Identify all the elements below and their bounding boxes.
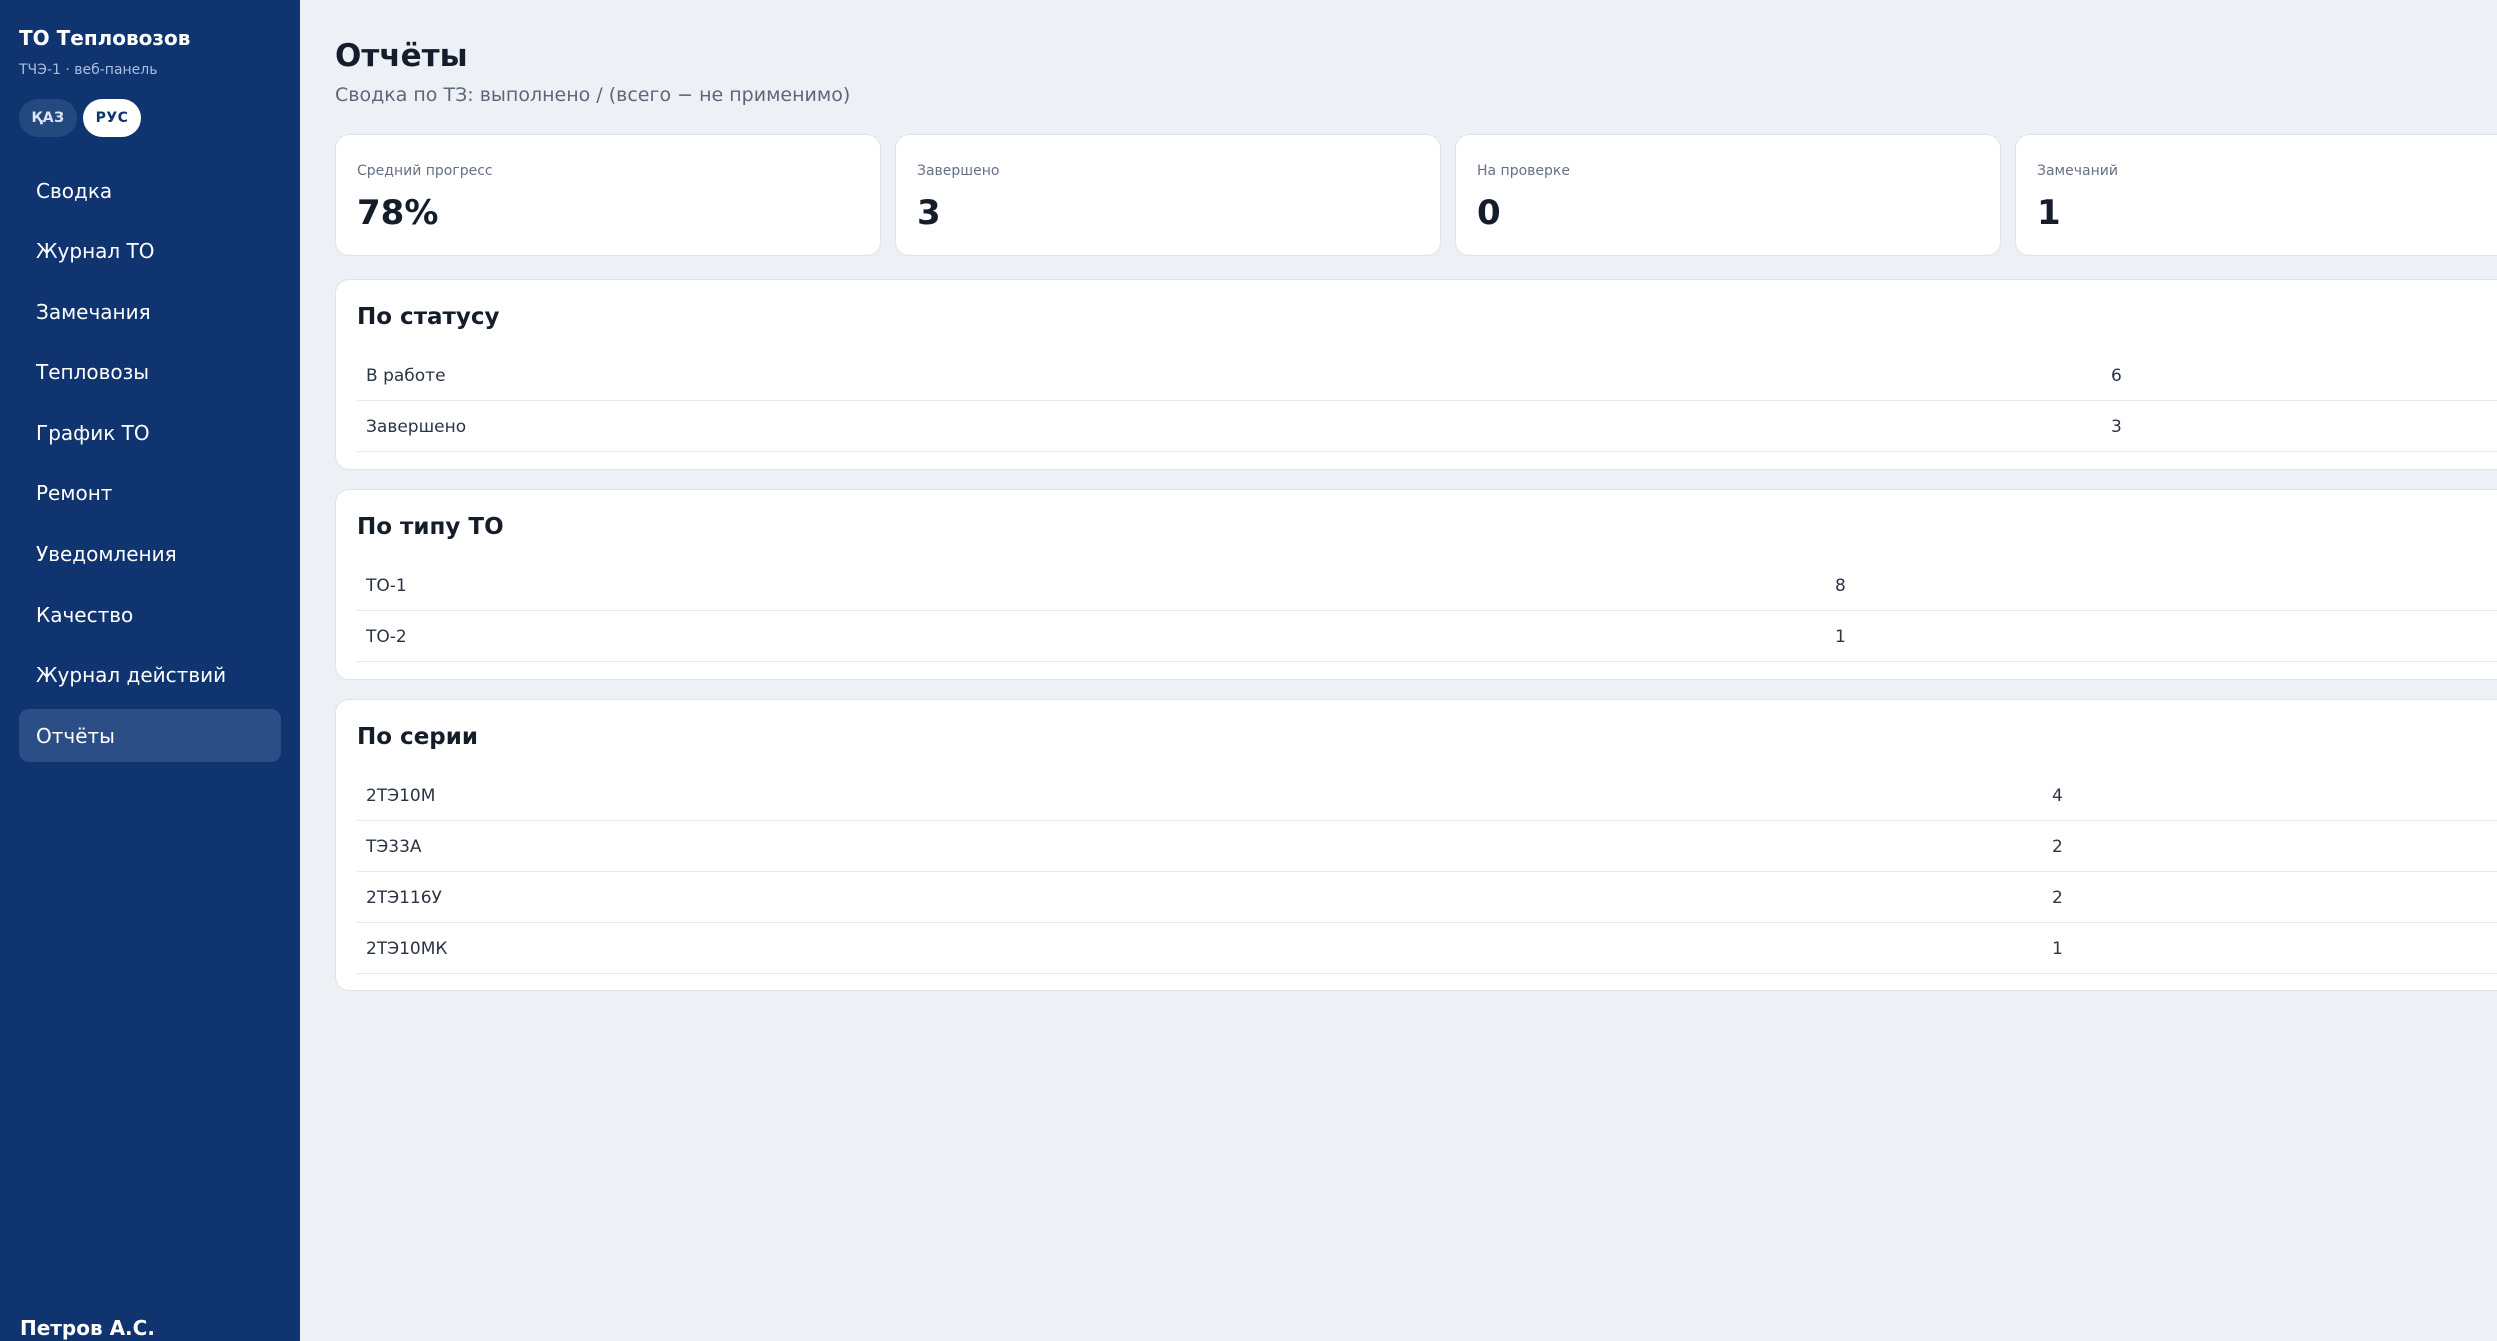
sidebar-item-schedule[interactable]: График ТО <box>19 406 281 459</box>
stat-label: Замечаний <box>2037 163 2118 179</box>
row-value: 3 <box>2111 417 2122 437</box>
main-content: Отчёты Сводка по ТЗ: выполнено / (всего … <box>300 0 2497 1341</box>
sidebar-item-notifications[interactable]: Уведомления <box>19 528 281 581</box>
stat-label: Завершено <box>917 163 1000 179</box>
row-label: 2ТЭ10МК <box>366 939 448 959</box>
row-label: ТО-2 <box>366 627 407 647</box>
stat-label: На проверке <box>1477 163 1570 179</box>
stat-card-completed: Завершено 3 <box>895 134 1441 256</box>
sidebar-item-locomotives[interactable]: Тепловозы <box>19 346 281 399</box>
row-value: 1 <box>1835 627 1846 647</box>
stat-label: Средний прогресс <box>357 163 493 179</box>
table-row: Завершено 3 <box>357 401 2497 452</box>
panel-title: По типу ТО <box>357 514 504 540</box>
stat-card-in-review: На проверке 0 <box>1455 134 2001 256</box>
panel-title: По статусу <box>357 304 500 330</box>
sidebar-item-remarks[interactable]: Замечания <box>19 285 281 338</box>
row-label: ТЭ33А <box>366 837 422 857</box>
series-rows: 2ТЭ10М 4 ТЭ33А 2 2ТЭ116У 2 2ТЭ10МК 1 <box>357 770 2497 974</box>
stat-value: 0 <box>1477 193 1501 233</box>
panel-by-status: По статусу В работе 6 Завершено 3 <box>335 279 2497 470</box>
sidebar-nav: Сводка Журнал ТО Замечания Тепловозы Гра… <box>19 164 281 770</box>
table-row: ТО-2 1 <box>357 611 2497 662</box>
stat-card-remarks: Замечаний 1 <box>2015 134 2497 256</box>
row-value: 2 <box>2052 837 2063 857</box>
status-rows: В работе 6 Завершено 3 <box>357 350 2497 452</box>
lang-kaz-button[interactable]: ҚАЗ <box>19 99 77 137</box>
table-row: 2ТЭ10М 4 <box>357 770 2497 821</box>
row-label: ТО-1 <box>366 576 407 596</box>
row-value: 1 <box>2052 939 2063 959</box>
table-row: В работе 6 <box>357 350 2497 401</box>
page-title: Отчёты <box>335 38 468 74</box>
sidebar-item-summary[interactable]: Сводка <box>19 164 281 217</box>
row-label: 2ТЭ116У <box>366 888 442 908</box>
row-label: В работе <box>366 366 446 386</box>
sidebar: ТО Тепловозов ТЧЭ-1 · веб-панель ҚАЗ РУС… <box>0 0 300 1341</box>
panel-title: По серии <box>357 724 478 750</box>
row-value: 4 <box>2052 786 2063 806</box>
app-root: ТО Тепловозов ТЧЭ-1 · веб-панель ҚАЗ РУС… <box>0 0 2497 1341</box>
stat-value: 3 <box>917 193 941 233</box>
brand-subtitle: ТЧЭ-1 · веб-панель <box>19 62 158 78</box>
sidebar-item-maintenance-log[interactable]: Журнал ТО <box>19 225 281 278</box>
language-switch: ҚАЗ РУС <box>19 99 141 137</box>
row-label: 2ТЭ10М <box>366 786 436 806</box>
row-value: 2 <box>2052 888 2063 908</box>
table-row: 2ТЭ10МК 1 <box>357 923 2497 974</box>
row-value: 6 <box>2111 366 2122 386</box>
stat-value: 78% <box>357 193 439 233</box>
sidebar-item-action-log[interactable]: Журнал действий <box>19 649 281 702</box>
sidebar-item-reports[interactable]: Отчёты <box>19 709 281 763</box>
panel-by-type: По типу ТО ТО-1 8 ТО-2 1 <box>335 489 2497 680</box>
stat-card-avg-progress: Средний прогресс 78% <box>335 134 881 256</box>
row-value: 8 <box>1835 576 1846 596</box>
sidebar-item-quality[interactable]: Качество <box>19 588 281 641</box>
lang-rus-button[interactable]: РУС <box>83 99 141 137</box>
page-subtitle: Сводка по ТЗ: выполнено / (всего − не пр… <box>335 84 851 106</box>
table-row: ТЭ33А 2 <box>357 821 2497 872</box>
type-rows: ТО-1 8 ТО-2 1 <box>357 560 2497 662</box>
panel-by-series: По серии 2ТЭ10М 4 ТЭ33А 2 2ТЭ116У 2 2ТЭ1… <box>335 699 2497 991</box>
stat-value: 1 <box>2037 193 2061 233</box>
table-row: ТО-1 8 <box>357 560 2497 611</box>
current-user-name[interactable]: Петров А.С. <box>20 1316 155 1340</box>
brand-title: ТО Тепловозов <box>19 26 191 50</box>
table-row: 2ТЭ116У 2 <box>357 872 2497 923</box>
sidebar-item-repair[interactable]: Ремонт <box>19 467 281 520</box>
row-label: Завершено <box>366 417 467 437</box>
